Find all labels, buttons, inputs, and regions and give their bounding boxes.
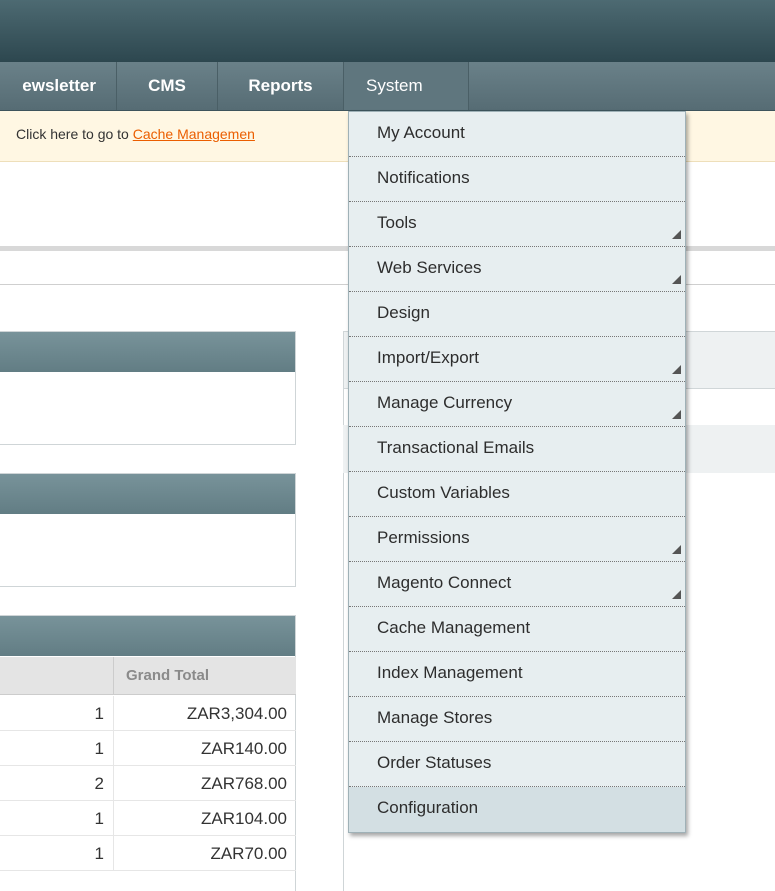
nav-item-cms[interactable]: CMS xyxy=(117,62,218,110)
menu-item-notifications[interactable]: Notifications xyxy=(349,157,685,202)
table-row[interactable]: 1 ZAR140.00 xyxy=(0,731,296,766)
menu-item-configuration[interactable]: Configuration xyxy=(349,787,685,832)
submenu-arrow-icon xyxy=(672,275,681,284)
row-qty: 1 xyxy=(94,809,104,828)
menu-item-label: Import/Export xyxy=(377,348,480,367)
table-row[interactable]: 2 ZAR768.00 xyxy=(0,766,296,801)
system-dropdown-menu: My Account Notifications Tools Web Services… xyxy=(348,111,686,833)
menu-item-transactional-emails[interactable]: Transactional Emails xyxy=(349,427,685,472)
menu-item-tools[interactable]: Tools xyxy=(349,202,685,247)
row-grand-total: ZAR104.00 xyxy=(113,801,287,836)
menu-item-label: Cache Management xyxy=(377,618,531,637)
nav-item-reports[interactable]: Reports xyxy=(218,62,344,110)
box-header xyxy=(0,616,295,656)
row-qty: 1 xyxy=(94,844,104,863)
menu-item-permissions[interactable]: Permissions xyxy=(349,517,685,562)
submenu-arrow-icon xyxy=(672,590,681,599)
menu-item-label: Configuration xyxy=(377,798,479,817)
submenu-arrow-icon xyxy=(672,545,681,554)
row-qty: 1 xyxy=(94,704,104,723)
menu-item-order-statuses[interactable]: Order Statuses xyxy=(349,742,685,787)
table-row[interactable]: 1 ZAR104.00 xyxy=(0,801,296,836)
box-header xyxy=(0,332,295,372)
dashboard-box xyxy=(0,473,296,587)
menu-item-label: Transactional Emails xyxy=(377,438,535,457)
dashboard-box xyxy=(0,331,296,445)
menu-item-label: Tools xyxy=(377,213,417,232)
row-grand-total: ZAR70.00 xyxy=(113,836,287,871)
table-header-row: Grand Total xyxy=(0,657,296,695)
menu-item-label: Manage Stores xyxy=(377,708,493,727)
menu-item-import-export[interactable]: Import/Export xyxy=(349,337,685,382)
notice-text: Click here to go to xyxy=(16,126,133,142)
menu-item-label: Custom Variables xyxy=(377,483,510,502)
row-grand-total: ZAR768.00 xyxy=(113,766,287,801)
row-grand-total: ZAR140.00 xyxy=(113,731,287,766)
submenu-arrow-icon xyxy=(672,230,681,239)
main-nav: ewsletter CMS Reports System xyxy=(0,62,775,111)
box-header xyxy=(0,474,295,514)
menu-item-label: Web Services xyxy=(377,258,482,277)
menu-item-design[interactable]: Design xyxy=(349,292,685,337)
menu-item-cache-management[interactable]: Cache Management xyxy=(349,607,685,652)
notice-message: Click here to go to Cache Managemen xyxy=(16,126,255,142)
row-grand-total: ZAR3,304.00 xyxy=(113,696,287,731)
menu-item-label: Notifications xyxy=(377,168,470,187)
menu-item-label: Permissions xyxy=(377,528,470,547)
menu-item-manage-currency[interactable]: Manage Currency xyxy=(349,382,685,427)
menu-item-my-account[interactable]: My Account xyxy=(349,112,685,157)
menu-item-label: My Account xyxy=(377,123,465,142)
table-row[interactable]: 1 ZAR3,304.00 xyxy=(0,696,296,731)
menu-item-magento-connect[interactable]: Magento Connect xyxy=(349,562,685,607)
cache-management-link[interactable]: Cache Managemen xyxy=(133,126,255,142)
menu-item-web-services[interactable]: Web Services xyxy=(349,247,685,292)
submenu-arrow-icon xyxy=(672,365,681,374)
menu-item-index-management[interactable]: Index Management xyxy=(349,652,685,697)
row-qty: 2 xyxy=(94,774,104,793)
grand-total-header[interactable]: Grand Total xyxy=(113,657,296,695)
menu-item-manage-stores[interactable]: Manage Stores xyxy=(349,697,685,742)
table-row[interactable]: 1 ZAR70.00 xyxy=(0,836,296,871)
menu-item-label: Design xyxy=(377,303,430,322)
nav-item-newsletter[interactable]: ewsletter xyxy=(0,62,117,110)
nav-item-system[interactable]: System xyxy=(344,62,469,110)
menu-item-label: Manage Currency xyxy=(377,393,513,412)
admin-header xyxy=(0,0,775,62)
menu-item-custom-variables[interactable]: Custom Variables xyxy=(349,472,685,517)
menu-item-label: Order Statuses xyxy=(377,753,492,772)
menu-item-label: Magento Connect xyxy=(377,573,512,592)
menu-item-label: Index Management xyxy=(377,663,523,682)
submenu-arrow-icon xyxy=(672,410,681,419)
row-qty: 1 xyxy=(94,739,104,758)
